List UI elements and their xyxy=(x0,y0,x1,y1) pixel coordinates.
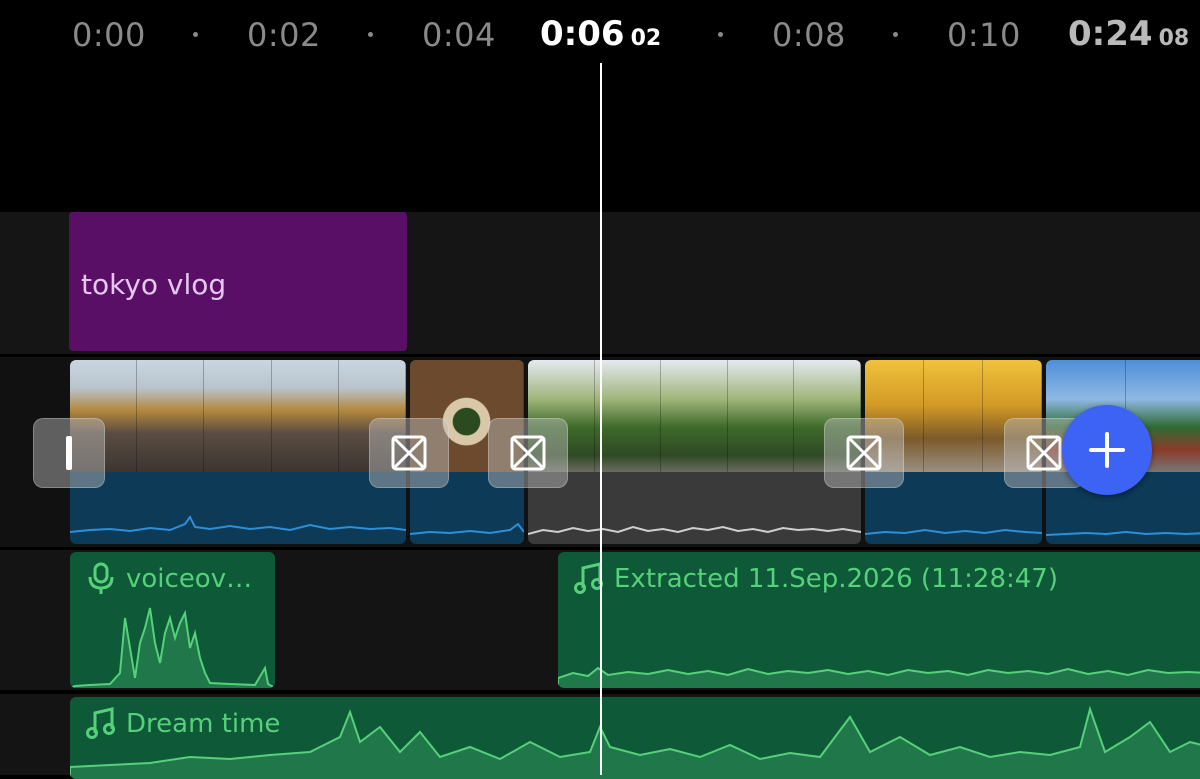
total-duration-value: 0:24 xyxy=(1068,14,1153,54)
clip-thumbnail xyxy=(924,360,983,472)
clip-thumbnail xyxy=(594,360,662,472)
clip-thumbnail xyxy=(137,360,205,472)
clip-thumbnail xyxy=(727,360,795,472)
ruler-tick: 0:08 xyxy=(772,16,846,54)
transition-button[interactable] xyxy=(488,418,568,488)
current-time-frames: 02 xyxy=(630,26,662,51)
ruler-tick: 0:10 xyxy=(947,16,1021,54)
clip-audio-waveform xyxy=(70,515,406,533)
audio-waveform xyxy=(558,666,1200,688)
plus-icon xyxy=(1089,432,1125,468)
title-clip[interactable]: tokyo vlog xyxy=(69,212,407,351)
playhead[interactable] xyxy=(600,63,602,775)
audio-waveform xyxy=(70,705,1200,779)
ruler-dot xyxy=(718,32,723,37)
transition-button[interactable] xyxy=(824,418,904,488)
video-clip-garden[interactable] xyxy=(528,360,861,544)
current-time: 0:06 02 xyxy=(540,14,661,54)
extracted-audio-label: Extracted 11.Sep.2026 (11:28:47) xyxy=(614,564,1058,594)
ruler-dot xyxy=(893,32,898,37)
ruler-dot xyxy=(368,32,373,37)
add-clip-button[interactable] xyxy=(1062,405,1152,495)
trim-handle-bar xyxy=(66,436,72,470)
total-duration-frames: 08 xyxy=(1158,26,1190,51)
title-clip-label: tokyo vlog xyxy=(81,268,227,301)
ruler-tick: 0:02 xyxy=(247,16,321,54)
transition-button[interactable] xyxy=(369,418,449,488)
total-duration: 0:24 08 xyxy=(1068,14,1189,54)
video-clip-street[interactable] xyxy=(70,360,406,544)
clip-thumbnail xyxy=(204,360,272,472)
ruler-tick: 0:00 xyxy=(72,16,146,54)
crossed-box-icon xyxy=(1026,435,1062,471)
clip-thumbnail xyxy=(661,360,728,472)
extracted-audio-clip[interactable]: Extracted 11.Sep.2026 (11:28:47) xyxy=(558,552,1200,688)
audio-waveform xyxy=(70,607,275,688)
ruler-tick: 0:04 xyxy=(422,16,496,54)
voiceover-clip[interactable]: voiceov… xyxy=(70,552,275,688)
crossed-box-icon xyxy=(391,435,427,471)
clip-audio-waveform xyxy=(528,525,861,535)
clip-thumbnail xyxy=(271,360,339,472)
crossed-box-icon xyxy=(510,435,546,471)
crossed-box-icon xyxy=(846,435,882,471)
ruler-dot xyxy=(193,32,198,37)
clip-trim-handle[interactable] xyxy=(33,418,105,488)
music-clip[interactable]: Dream time xyxy=(70,697,1200,779)
current-time-value: 0:06 xyxy=(540,14,625,54)
